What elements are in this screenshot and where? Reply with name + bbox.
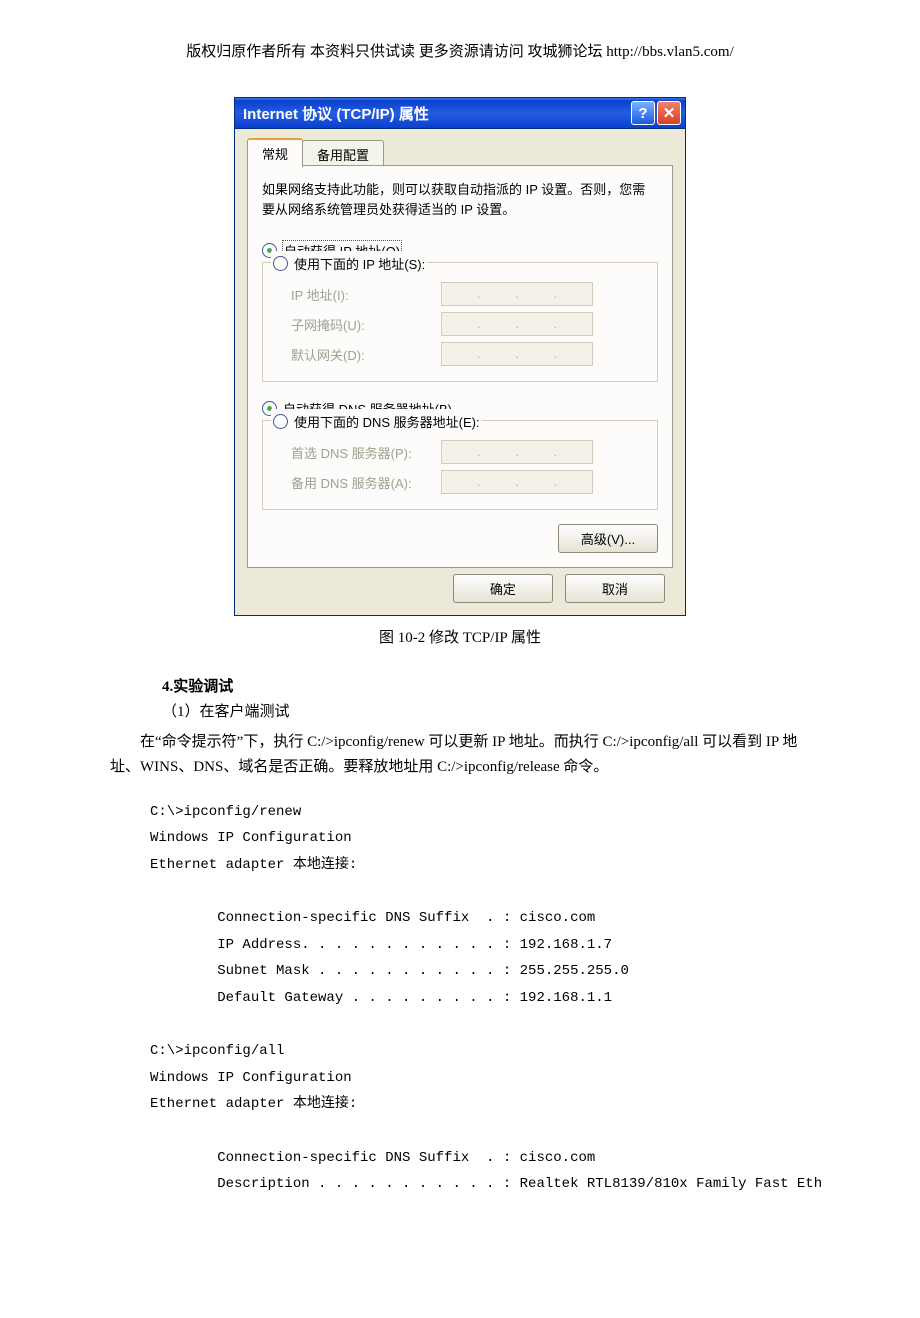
radio-icon [273,256,288,271]
titlebar[interactable]: Internet 协议 (TCP/IP) 属性 ? ✕ [235,98,685,129]
tab-general[interactable]: 常规 [247,138,303,167]
copyright-notice: 版权归原作者所有 本资料只供试读 更多资源请访问 攻城狮论坛 http://bb… [110,40,810,61]
label-ip-address: IP 地址(I): [291,285,441,304]
label-subnet-mask: 子网掩码(U): [291,315,441,334]
close-button[interactable]: ✕ [657,101,681,125]
console-output: C:\>ipconfig/renew Windows IP Configurat… [150,799,810,1198]
advanced-button[interactable]: 高级(V)... [558,524,658,553]
subnet-mask-input[interactable]: ... [441,312,593,336]
dialog-title: Internet 协议 (TCP/IP) 属性 [243,103,629,124]
preferred-dns-input[interactable]: ... [441,440,593,464]
radio-manual-ip[interactable]: 使用下面的 IP 地址(S): [271,251,427,275]
section-heading: 4.实验调试 [162,675,810,696]
dialog-description: 如果网络支持此功能，则可以获取自动指派的 IP 设置。否则，您需要从网络系统管理… [262,180,658,220]
cancel-button[interactable]: 取消 [565,574,665,603]
figure-caption: 图 10-2 修改 TCP/IP 属性 [110,626,810,647]
radio-manual-dns[interactable]: 使用下面的 DNS 服务器地址(E): [271,409,482,433]
radio-icon [273,414,288,429]
tcpip-properties-dialog: Internet 协议 (TCP/IP) 属性 ? ✕ 常规 备用配置 如果网络… [234,97,686,616]
subheading-1: （1）在客户端测试 [162,700,810,726]
alternate-dns-input[interactable]: ... [441,470,593,494]
ip-address-input[interactable]: ... [441,282,593,306]
default-gateway-input[interactable]: ... [441,342,593,366]
ok-button[interactable]: 确定 [453,574,553,603]
body-paragraph: 在“命令提示符”下，执行 C:/>ipconfig/renew 可以更新 IP … [110,730,810,781]
radio-manual-ip-label: 使用下面的 IP 地址(S): [294,254,425,273]
label-preferred-dns: 首选 DNS 服务器(P): [291,443,441,462]
label-default-gateway: 默认网关(D): [291,345,441,364]
label-alternate-dns: 备用 DNS 服务器(A): [291,473,441,492]
help-button[interactable]: ? [631,101,655,125]
radio-manual-dns-label: 使用下面的 DNS 服务器地址(E): [294,412,480,431]
